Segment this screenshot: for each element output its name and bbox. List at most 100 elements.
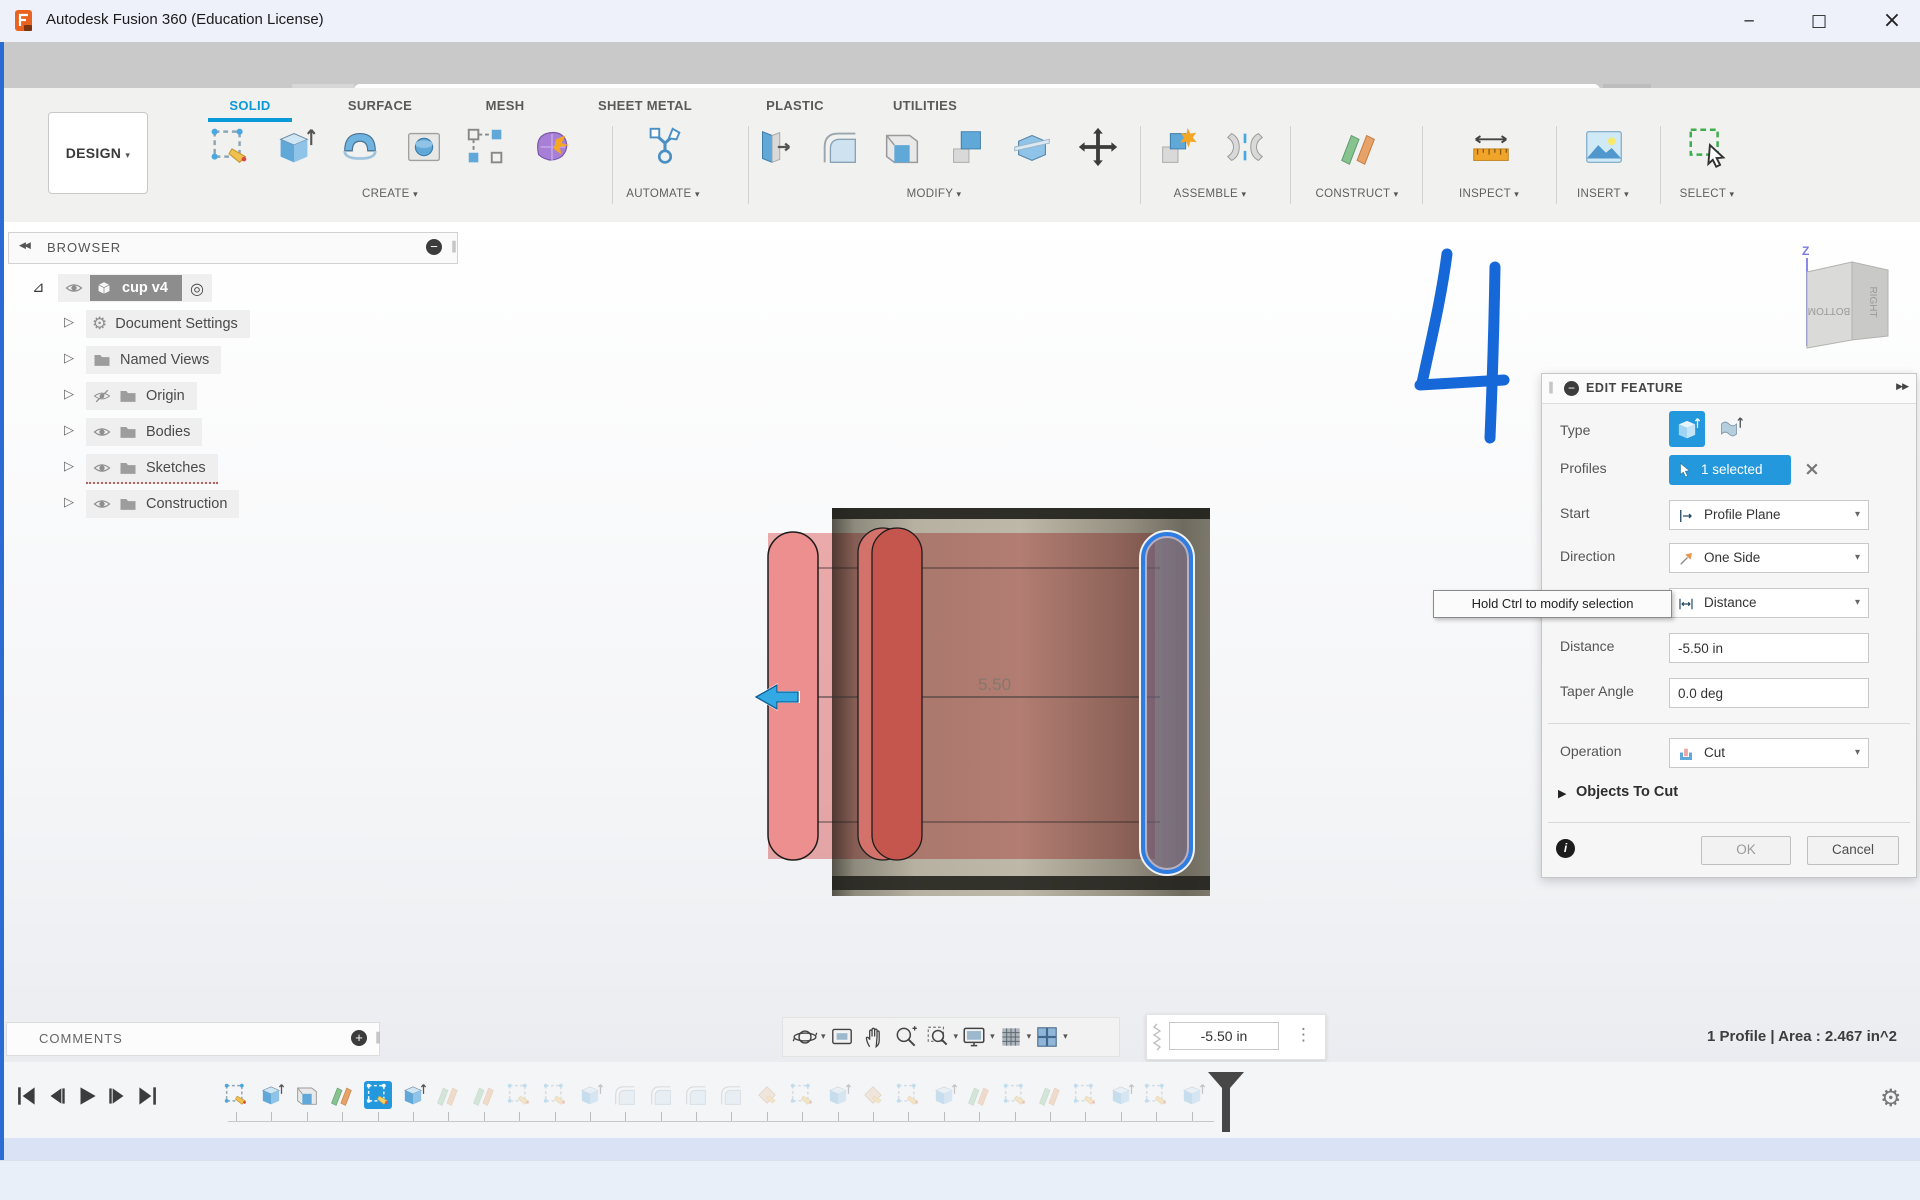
- timeline-feature-sketch[interactable]: [894, 1081, 922, 1121]
- timeline-feature-sketch[interactable]: [1001, 1081, 1029, 1121]
- fit-caret[interactable]: ▾: [954, 1032, 959, 1042]
- objects-to-cut-disclosure-icon[interactable]: ▶: [1558, 787, 1566, 800]
- select-icon[interactable]: [1685, 124, 1731, 170]
- taper-angle-input[interactable]: [1669, 678, 1869, 708]
- timeline-feature-planes[interactable]: [965, 1081, 993, 1121]
- skip-to-end-icon[interactable]: [134, 1083, 160, 1109]
- activate-component-icon[interactable]: ◎: [190, 279, 204, 298]
- timeline-position-marker[interactable]: [1206, 1072, 1246, 1134]
- fillet-icon[interactable]: [817, 124, 863, 170]
- grid-settings-icon[interactable]: [998, 1024, 1024, 1050]
- timeline-feature-fillet[interactable]: [682, 1081, 710, 1121]
- revolve-icon[interactable]: [337, 124, 383, 170]
- cut-profile-mid[interactable]: [871, 527, 923, 861]
- dialog-header[interactable]: ∥ − EDIT FEATURE ▶▶: [1542, 374, 1916, 404]
- ok-button[interactable]: OK: [1701, 836, 1791, 865]
- workspace-switcher[interactable]: DESIGN ▾: [48, 112, 148, 194]
- display-caret[interactable]: ▾: [990, 1032, 995, 1042]
- joint-icon[interactable]: [1222, 124, 1268, 170]
- play-icon[interactable]: [74, 1083, 100, 1109]
- group-insert[interactable]: INSERT ▾: [1577, 188, 1629, 200]
- timeline-feature-extrude[interactable]: [399, 1081, 427, 1121]
- hud-distance-input[interactable]: [1169, 1022, 1279, 1050]
- timeline-feature-decal[interactable]: [859, 1081, 887, 1121]
- timeline-feature-sketch[interactable]: [222, 1081, 250, 1121]
- start-dropdown[interactable]: Profile Plane ▾: [1669, 500, 1869, 530]
- visibility-eye-icon[interactable]: [92, 458, 112, 478]
- timeline-feature-fillet[interactable]: [611, 1081, 639, 1121]
- hole-icon[interactable]: [401, 124, 447, 170]
- press-pull-icon[interactable]: [751, 124, 797, 170]
- shell-icon[interactable]: [879, 124, 925, 170]
- group-inspect[interactable]: INSPECT ▾: [1459, 188, 1519, 200]
- browser-item-label[interactable]: Named Views: [120, 352, 209, 368]
- selected-profile[interactable]: [1139, 530, 1195, 876]
- expand-arrow-icon[interactable]: ▷: [64, 315, 74, 330]
- pattern-icon[interactable]: [463, 124, 509, 170]
- insert-image-icon[interactable]: [1581, 124, 1627, 170]
- root-component-label[interactable]: cup v4: [122, 280, 168, 296]
- viewcube-face-bottom[interactable]: [1806, 261, 1853, 349]
- timeline-feature-extrude[interactable]: [257, 1081, 285, 1121]
- hud-options-kebab-icon[interactable]: ⋮: [1295, 1025, 1312, 1045]
- group-create[interactable]: CREATE ▾: [362, 188, 418, 200]
- expand-arrow-icon[interactable]: ▷: [64, 495, 74, 510]
- split-body-icon[interactable]: [1009, 124, 1055, 170]
- viewport-canvas[interactable]: 5.50 Z BOTTOM RIGHT ◀◀ BROWSER − ∥ ⊿ cup…: [0, 222, 1920, 1162]
- expand-arrow-icon[interactable]: ▷: [64, 387, 74, 402]
- orbit-icon[interactable]: [792, 1024, 818, 1050]
- browser-drag-handle[interactable]: ∥: [451, 239, 457, 253]
- tab-sheet-metal[interactable]: SHEET METAL: [598, 98, 692, 113]
- tab-surface[interactable]: SURFACE: [348, 98, 412, 113]
- orbit-caret[interactable]: ▾: [821, 1032, 826, 1042]
- type-thin-extrude-button[interactable]: [1714, 414, 1744, 444]
- timeline-feature-sketch[interactable]: [788, 1081, 816, 1121]
- minimize-button[interactable]: ─: [1723, 0, 1775, 42]
- dialog-grip-icon[interactable]: ∥: [1548, 380, 1554, 394]
- timeline-feature-sketch[interactable]: [1071, 1081, 1099, 1121]
- expand-arrow-icon[interactable]: ▷: [64, 351, 74, 366]
- visibility-eye-icon[interactable]: [92, 494, 112, 514]
- automate-icon[interactable]: [642, 124, 688, 170]
- create-sketch-icon[interactable]: [207, 124, 253, 170]
- expand-arrow-icon[interactable]: ▷: [64, 423, 74, 438]
- tab-utilities[interactable]: UTILITIES: [893, 98, 957, 113]
- profiles-selected-button[interactable]: 1 selected: [1669, 455, 1791, 485]
- tab-plastic[interactable]: PLASTIC: [766, 98, 824, 113]
- hud-drag-handle[interactable]: [1152, 1023, 1162, 1051]
- timeline-feature-sketch[interactable]: [541, 1081, 569, 1121]
- create-form-icon[interactable]: [529, 124, 575, 170]
- timeline-feature-sketch-active[interactable]: [363, 1081, 392, 1121]
- expand-arrow-icon[interactable]: ▷: [64, 459, 74, 474]
- timeline-feature-extrude[interactable]: [576, 1081, 604, 1121]
- timeline-feature-planes[interactable]: [470, 1081, 498, 1121]
- timeline-feature-extrude[interactable]: [1178, 1081, 1206, 1121]
- group-automate[interactable]: AUTOMATE ▾: [626, 188, 700, 200]
- visibility-eye-icon[interactable]: [92, 422, 112, 442]
- timeline-feature-extrude[interactable]: [930, 1081, 958, 1121]
- comments-bar[interactable]: COMMENTS + ∥: [6, 1022, 381, 1056]
- combine-icon[interactable]: [944, 124, 990, 170]
- measure-icon[interactable]: [1468, 124, 1514, 170]
- viewports-icon[interactable]: [1034, 1024, 1060, 1050]
- timeline-feature-fillet[interactable]: [647, 1081, 675, 1121]
- timeline-feature-decal[interactable]: [753, 1081, 781, 1121]
- dimension-value[interactable]: 5.50: [978, 675, 1011, 694]
- extent-type-dropdown[interactable]: Distance ▾: [1669, 588, 1869, 618]
- distance-input[interactable]: [1669, 633, 1869, 663]
- browser-item-label[interactable]: Document Settings: [115, 316, 238, 332]
- info-icon[interactable]: i: [1556, 839, 1575, 858]
- operation-dropdown[interactable]: Cut ▾: [1669, 738, 1869, 768]
- construct-plane-icon[interactable]: [1336, 124, 1382, 170]
- model-cup-preview[interactable]: 5.50: [740, 500, 1240, 900]
- timeline-feature-fillet[interactable]: [717, 1081, 745, 1121]
- browser-item-label[interactable]: Sketches: [146, 460, 206, 476]
- comments-drag-handle[interactable]: ∥: [375, 1030, 381, 1044]
- timeline-feature-sketch[interactable]: [505, 1081, 533, 1121]
- clear-selection-icon[interactable]: ×: [1804, 458, 1820, 480]
- dialog-collapse-icon[interactable]: −: [1564, 381, 1579, 396]
- close-button[interactable]: ×: [1866, 0, 1918, 42]
- timeline-feature-sketch[interactable]: [1142, 1081, 1170, 1121]
- timeline-feature-extrude[interactable]: [824, 1081, 852, 1121]
- cancel-button[interactable]: Cancel: [1807, 836, 1899, 865]
